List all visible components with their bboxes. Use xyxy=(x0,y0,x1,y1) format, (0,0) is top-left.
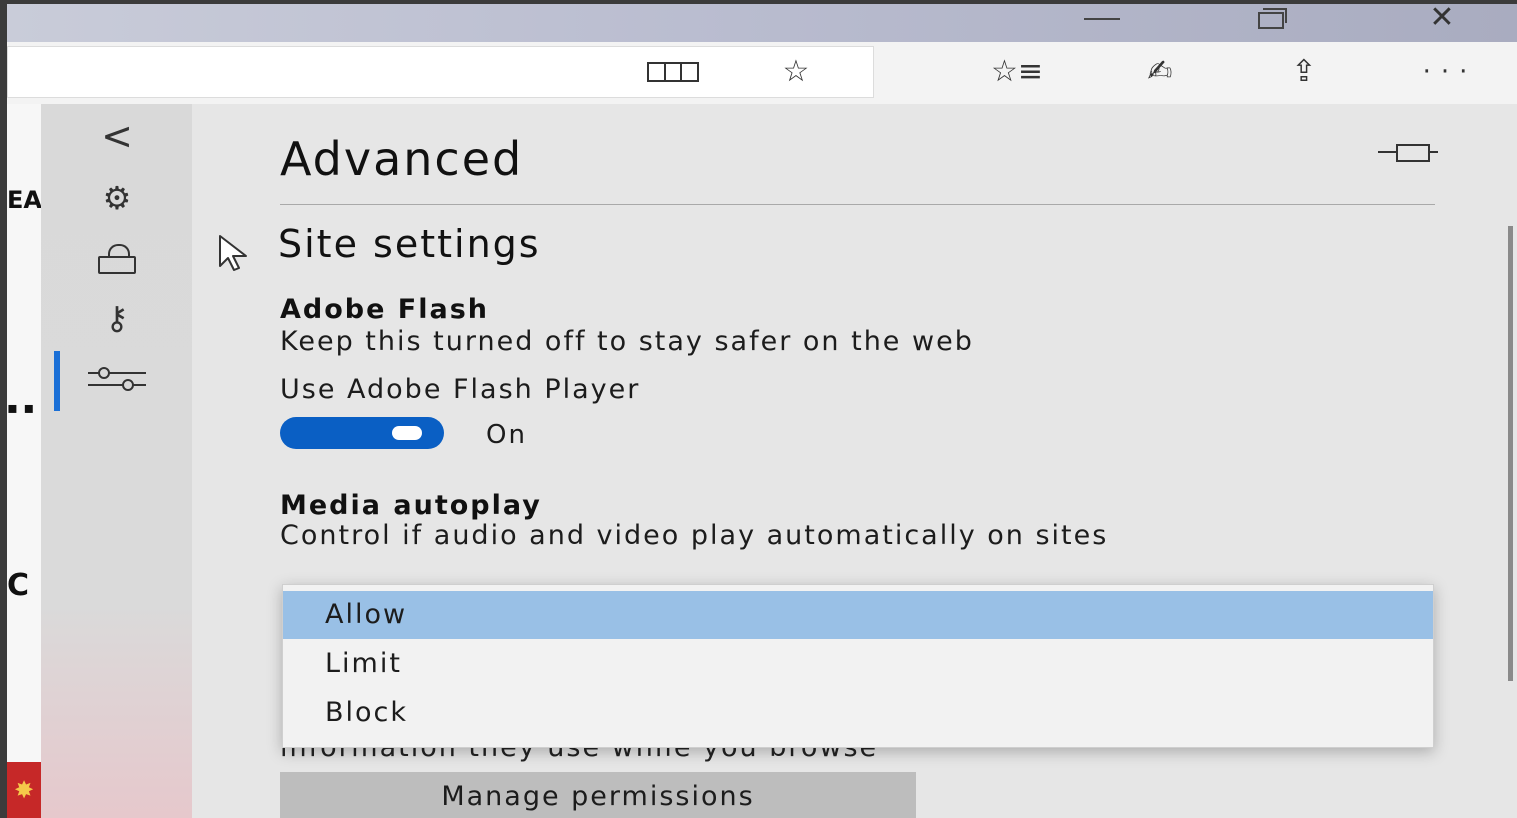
reading-view-icon[interactable] xyxy=(647,52,699,92)
toggle-knob xyxy=(392,426,422,440)
flash-description: Keep this turned off to stay safer on th… xyxy=(280,326,974,357)
flash-toggle-state: On xyxy=(486,420,527,450)
browser-window: ✕ ☆ ☆≡ ✍ ⇪ ··· EA ▪ ▪ C ✸ < ⚙ ⚷ Advanced xyxy=(7,4,1517,818)
panel-title: Advanced xyxy=(280,132,524,186)
close-button[interactable]: ✕ xyxy=(1402,4,1482,34)
lock-icon[interactable] xyxy=(85,236,149,280)
page-fragment-text: EA xyxy=(7,186,42,214)
minimize-button[interactable] xyxy=(1062,4,1142,34)
mouse-cursor-icon xyxy=(219,235,247,271)
pen-icon[interactable]: ✍ xyxy=(1125,52,1195,92)
manage-permissions-button[interactable]: Manage permissions xyxy=(280,772,916,818)
more-icon[interactable]: ··· xyxy=(1415,52,1485,92)
flash-heading: Adobe Flash xyxy=(280,294,490,325)
section-title: Site settings xyxy=(278,222,541,266)
flash-toggle-label: Use Adobe Flash Player xyxy=(280,374,641,405)
share-icon[interactable]: ⇪ xyxy=(1269,52,1339,92)
pin-icon[interactable] xyxy=(1378,140,1438,164)
restore-button[interactable] xyxy=(1232,4,1312,34)
page-fragment-text: ▪ ▪ xyxy=(7,398,35,417)
page-fragment-text: C xyxy=(7,568,30,603)
dropdown-option-allow[interactable]: Allow xyxy=(283,591,1433,639)
flash-toggle[interactable] xyxy=(280,417,444,449)
add-favorite-icon[interactable]: ☆ xyxy=(771,52,821,92)
dropdown-option-block[interactable]: Block xyxy=(283,689,1433,737)
settings-panel: Advanced Site settings Adobe Flash Keep … xyxy=(192,104,1517,818)
page-fragment-logo: ✸ xyxy=(7,762,41,818)
title-bar: ✕ xyxy=(7,4,1517,42)
settings-nav-rail: < ⚙ ⚷ xyxy=(41,104,192,818)
page-content-strip: EA ▪ ▪ C ✸ xyxy=(7,104,42,818)
active-nav-indicator xyxy=(54,351,60,411)
sliders-icon[interactable] xyxy=(85,358,149,402)
gear-icon[interactable]: ⚙ xyxy=(85,176,149,220)
dropdown-option-limit[interactable]: Limit xyxy=(283,640,1433,688)
media-autoplay-dropdown[interactable]: Allow Limit Block xyxy=(282,584,1434,748)
title-divider xyxy=(280,204,1435,205)
favorites-icon[interactable]: ☆≡ xyxy=(982,52,1052,92)
browser-toolbar: ☆ ☆≡ ✍ ⇪ ··· xyxy=(7,42,1517,105)
address-bar[interactable] xyxy=(7,46,874,98)
media-autoplay-description: Control if audio and video play automati… xyxy=(280,520,1109,551)
media-autoplay-heading: Media autoplay xyxy=(280,490,542,521)
back-icon[interactable]: < xyxy=(85,114,149,158)
panel-scrollbar[interactable] xyxy=(1508,226,1513,681)
key-icon[interactable]: ⚷ xyxy=(85,296,149,340)
